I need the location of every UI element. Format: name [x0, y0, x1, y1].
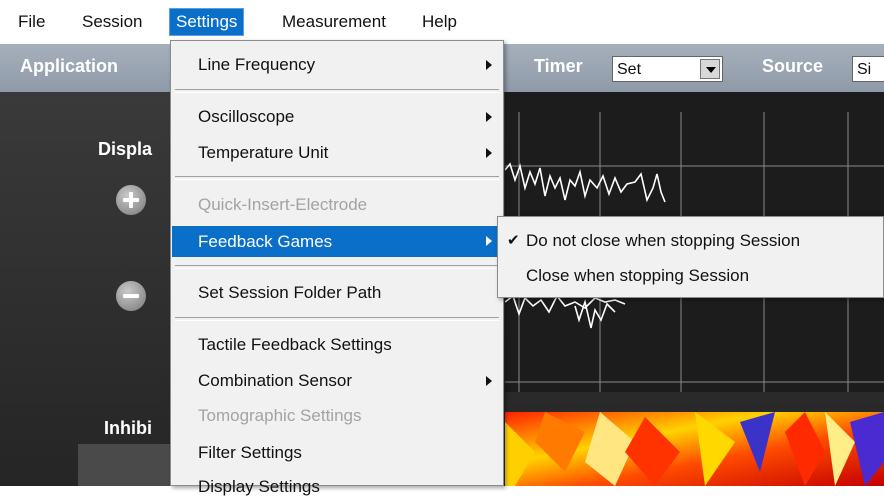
tomography-heatmap	[505, 412, 884, 486]
menu-item-combination-sensor[interactable]: Combination Sensor	[172, 367, 502, 395]
menu-settings[interactable]: Settings	[169, 8, 245, 36]
menu-item-tomographic-settings: Tomographic Settings	[172, 402, 502, 430]
timer-select[interactable]: Set	[612, 56, 723, 82]
submenu-item-label: Close when stopping Session	[526, 266, 750, 285]
submenu-arrow-icon	[486, 148, 492, 158]
menu-separator	[175, 317, 499, 321]
zoom-in-button[interactable]	[116, 185, 146, 215]
menu-separator	[175, 89, 499, 93]
menu-item-label: Filter Settings	[198, 443, 302, 462]
chevron-down-icon[interactable]	[700, 59, 720, 79]
menu-item-temperature-unit[interactable]: Temperature Unit	[172, 139, 502, 167]
display-label: Displa	[98, 139, 153, 159]
submenu-arrow-icon	[486, 376, 492, 386]
menu-item-label: Quick-Insert-Electrode	[198, 195, 368, 214]
settings-menu: Line Frequency Oscilloscope Temperature …	[170, 40, 504, 496]
menu-separator	[175, 265, 499, 269]
menu-item-label: Tomographic Settings	[198, 406, 362, 425]
menu-item-label: Line Frequency	[198, 55, 316, 74]
menu-item-label: Feedback Games	[198, 232, 333, 251]
menu-item-label: Display Settings	[198, 477, 320, 496]
source-select[interactable]: Si	[852, 56, 884, 82]
menu-item-label: Temperature Unit	[198, 143, 329, 162]
submenu-item-label: Do not close when stopping Session	[526, 231, 801, 250]
menu-separator	[175, 176, 499, 180]
submenu-arrow-icon	[486, 112, 492, 122]
menu-measurement[interactable]: Measurement	[276, 9, 392, 35]
submenu-item-do-not-close[interactable]: ✔ Do not close when stopping Session	[499, 226, 882, 256]
submenu-arrow-icon	[486, 60, 492, 70]
menu-item-label: Set Session Folder Path	[198, 283, 382, 302]
feedback-games-submenu: ✔ Do not close when stopping Session Clo…	[497, 216, 884, 298]
source-select-value: Si	[857, 61, 872, 78]
menu-session[interactable]: Session	[76, 9, 148, 35]
source-label: Source	[762, 56, 824, 76]
timer-select-value: Set	[617, 61, 642, 78]
zoom-out-button[interactable]	[116, 281, 146, 311]
menu-item-filter-settings[interactable]: Filter Settings	[172, 439, 502, 467]
application-label: Application	[20, 56, 118, 76]
menu-item-set-session-folder-path[interactable]: Set Session Folder Path	[172, 279, 502, 307]
submenu-arrow-icon	[486, 236, 492, 246]
checkmark-icon: ✔	[507, 232, 520, 249]
menu-item-label: Oscilloscope	[198, 107, 295, 126]
menu-bar: File Session Settings Measurement Help	[0, 0, 884, 40]
menu-item-label: Tactile Feedback Settings	[198, 335, 392, 354]
menu-file[interactable]: File	[12, 9, 51, 35]
menu-item-quick-insert-electrode: Quick-Insert-Electrode	[172, 191, 502, 219]
timer-label: Timer	[534, 56, 583, 76]
menu-item-display-settings[interactable]: Display Settings	[172, 473, 502, 501]
menu-item-label: Combination Sensor	[198, 371, 353, 390]
menu-help[interactable]: Help	[416, 9, 463, 35]
submenu-item-close[interactable]: Close when stopping Session	[499, 261, 882, 291]
menu-item-tactile-feedback-settings[interactable]: Tactile Feedback Settings	[172, 331, 502, 359]
menu-item-line-frequency[interactable]: Line Frequency	[172, 51, 502, 79]
menu-item-oscilloscope[interactable]: Oscilloscope	[172, 103, 502, 131]
inhibit-label: Inhibi	[104, 418, 152, 438]
menu-item-feedback-games[interactable]: Feedback Games	[172, 226, 502, 257]
